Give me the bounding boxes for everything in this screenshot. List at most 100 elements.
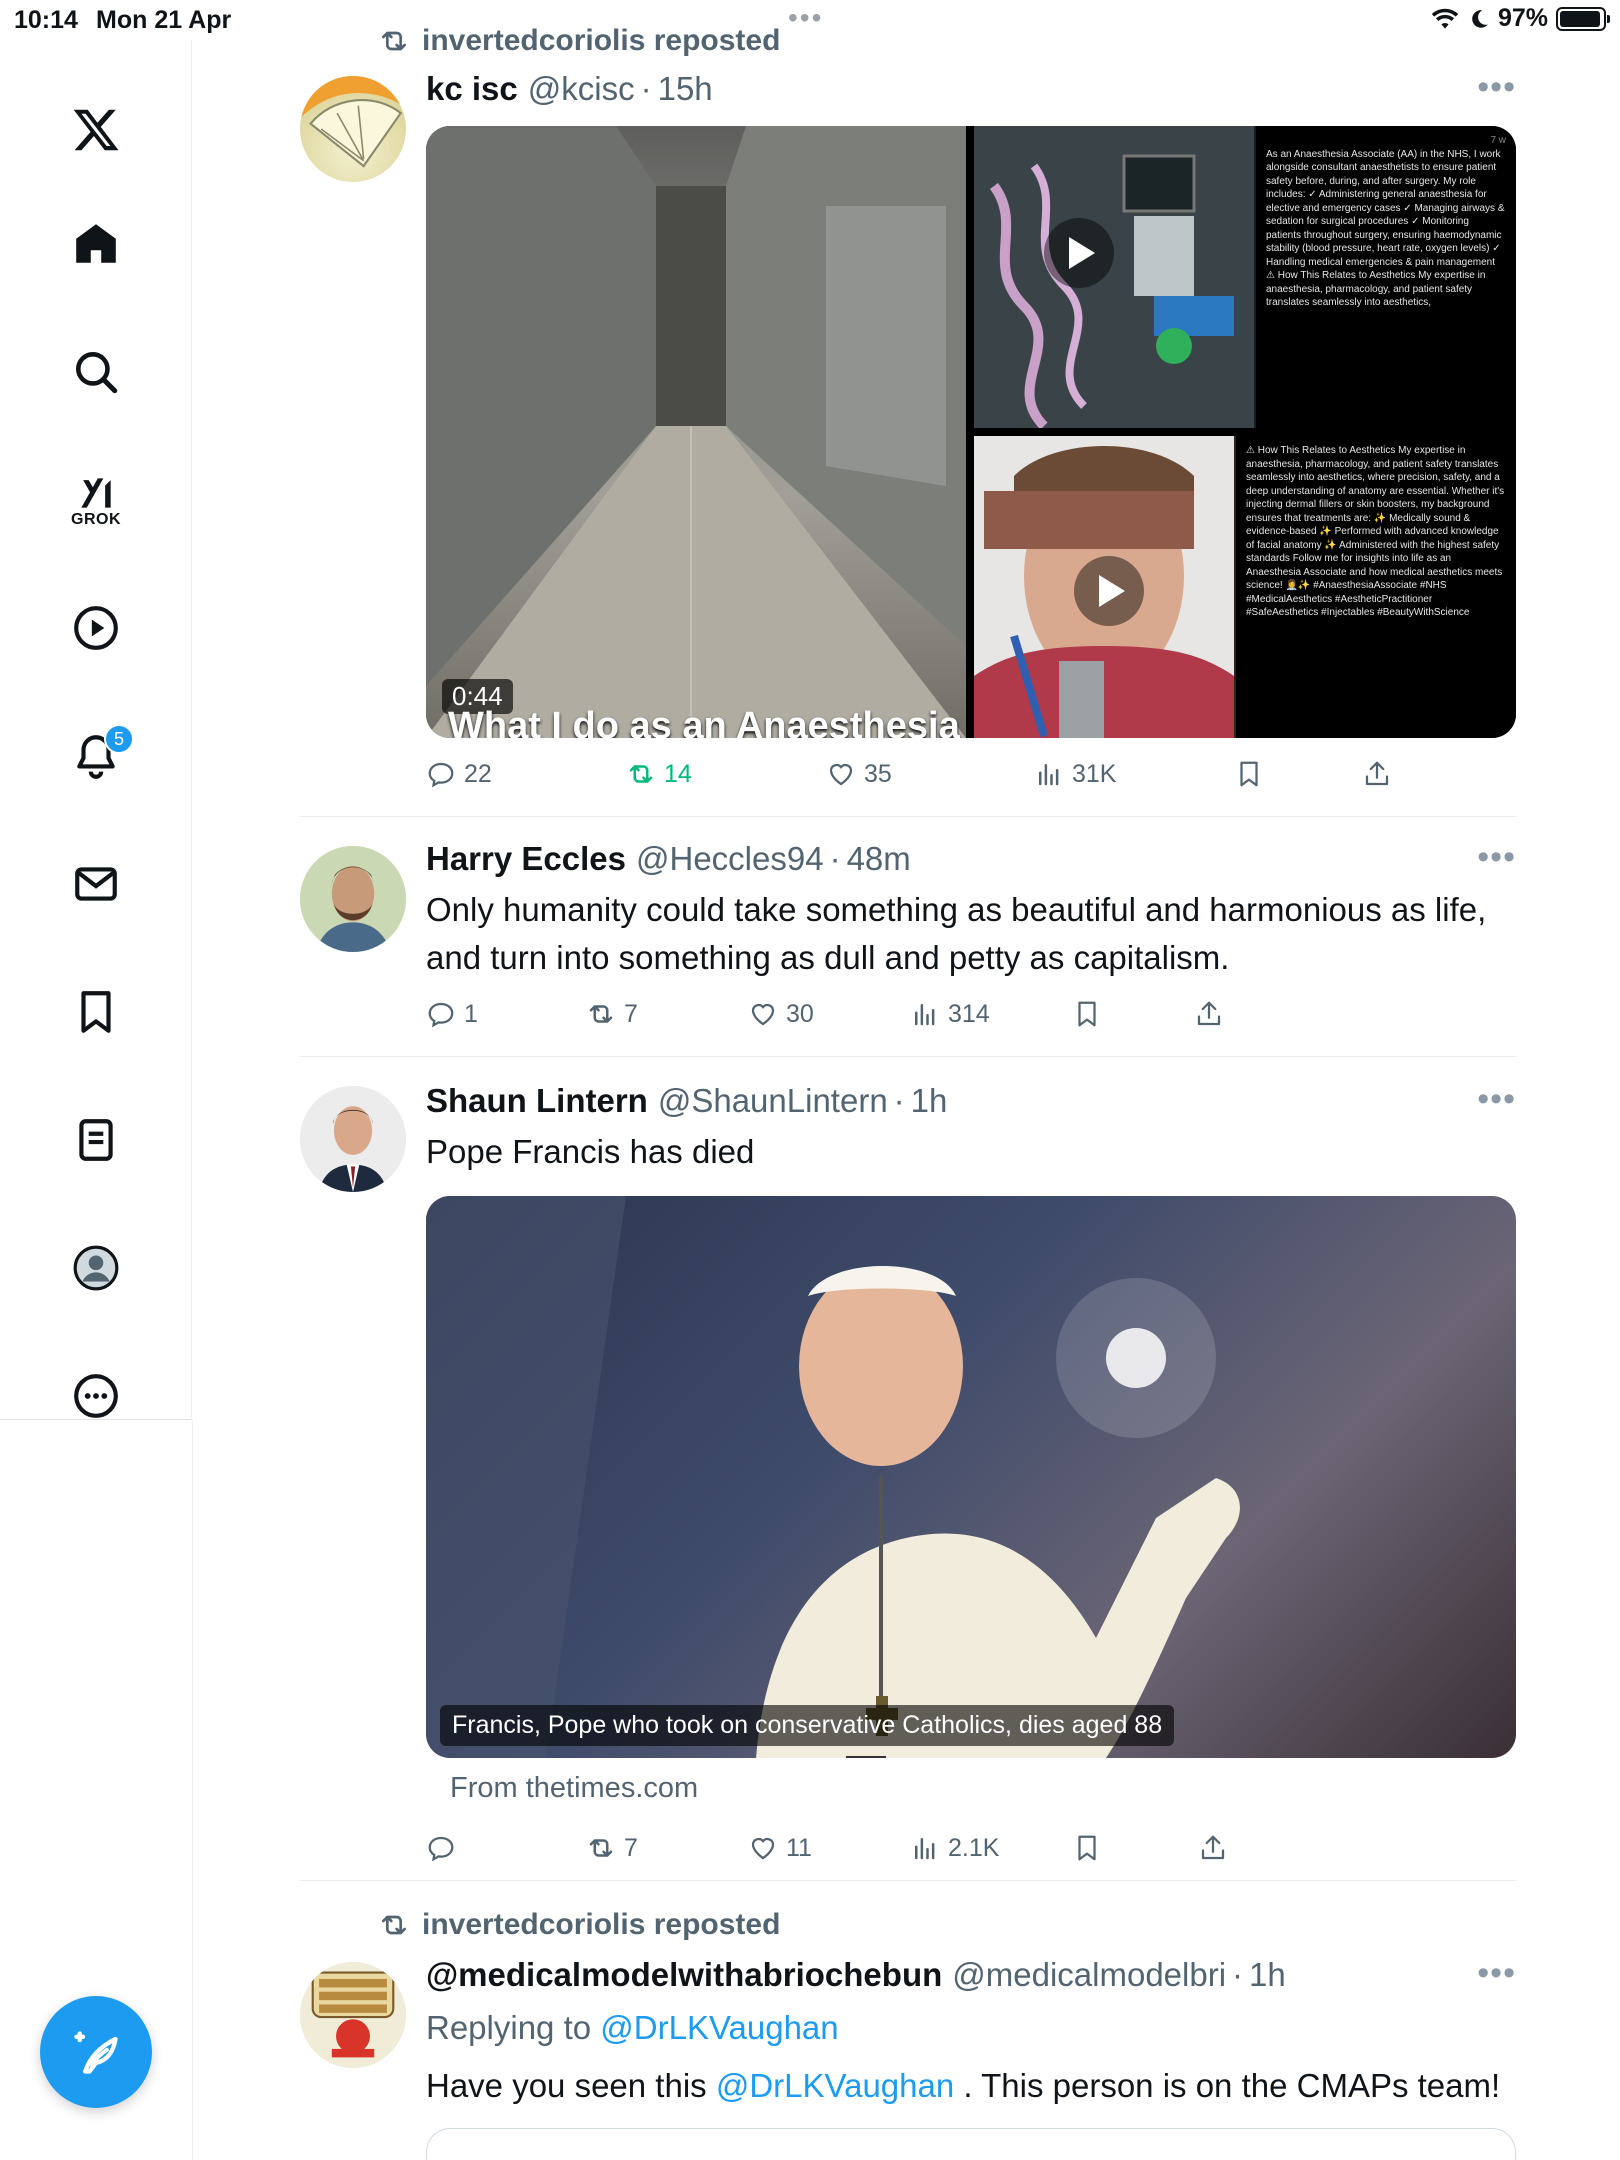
monitor-image: [974, 126, 1254, 428]
like-button[interactable]: 35: [826, 750, 892, 798]
card-source[interactable]: From thetimes.com: [450, 1772, 698, 1805]
share-icon: [1197, 1001, 1221, 1026]
tweet-actions: 22 14 35 31K: [426, 750, 1516, 798]
video-thumbnail-corridor[interactable]: 0:44 What I do as an Anaesthesia: [426, 126, 966, 738]
repost-count: 14: [664, 759, 692, 788]
grok-icon[interactable]: GROK: [48, 452, 144, 548]
bookmark-button[interactable]: [1072, 1824, 1102, 1872]
author-handle[interactable]: @kcisc: [528, 70, 635, 108]
profile-icon[interactable]: [48, 1220, 144, 1316]
views-icon: [915, 1838, 935, 1860]
x-logo-icon[interactable]: [48, 82, 144, 178]
search-icon[interactable]: [48, 324, 144, 420]
video-overlay-text: What I do as an Anaesthesia: [448, 705, 960, 738]
share-button[interactable]: [1362, 750, 1392, 798]
like-count: 35: [864, 759, 892, 788]
bookmark-icon: [1240, 761, 1258, 787]
sidebar-divider: [192, 1420, 193, 2160]
views-button[interactable]: 2.1K: [910, 1824, 999, 1872]
video-thumbnail-selfie[interactable]: ⚠ How This Relates to Aesthetics My expe…: [974, 436, 1516, 738]
heart-icon: [751, 1837, 775, 1860]
repost-button[interactable]: 7: [586, 1824, 638, 1872]
replying-to: Replying to @DrLKVaughan: [426, 2004, 1516, 2052]
author-name[interactable]: kc isc: [426, 70, 518, 108]
tweet-text: Have you seen this @DrLKVaughan . This p…: [426, 2062, 1516, 2110]
repost-indicator: invertedcoriolis reposted: [378, 1908, 780, 1942]
tweet-time[interactable]: 15h: [658, 70, 713, 108]
bookmarks-icon[interactable]: [48, 964, 144, 1060]
author-name[interactable]: Shaun Lintern: [426, 1082, 648, 1120]
corridor-image: [426, 126, 966, 738]
repost-count: 7: [624, 999, 638, 1028]
avatar[interactable]: [300, 76, 406, 182]
more-options-icon[interactable]: •••: [1477, 68, 1516, 107]
like-button[interactable]: 11: [748, 1824, 812, 1872]
avatar[interactable]: [300, 846, 406, 952]
avatar[interactable]: [300, 1962, 406, 2068]
share-icon: [1365, 761, 1389, 786]
separator-dot: ·: [640, 70, 652, 107]
video-thumbnail-monitor[interactable]: 7 w As an Anaesthesia Associate (AA) in …: [974, 126, 1516, 428]
reply-icon: [428, 762, 454, 788]
repost-button[interactable]: 7: [586, 990, 638, 1038]
bookmark-icon: [1078, 1835, 1096, 1861]
grok-label: GROK: [71, 511, 121, 528]
separator-dot: ·: [1232, 1956, 1244, 1993]
tweet-text: Only humanity could take something as be…: [426, 891, 1487, 976]
avatar[interactable]: [300, 1086, 406, 1192]
video-icon[interactable]: [48, 580, 144, 676]
repost-label: invertedcoriolis reposted: [422, 1908, 781, 1941]
quoted-tweet-box[interactable]: [426, 2128, 1516, 2160]
wifi-icon: [1431, 8, 1459, 29]
repost-count: 7: [624, 1833, 638, 1862]
lists-icon[interactable]: [48, 1092, 144, 1188]
views-button[interactable]: 31K: [1034, 750, 1116, 798]
author-handle[interactable]: @ShaunLintern: [658, 1082, 888, 1120]
separator-dot: ·: [893, 1082, 905, 1119]
author-handle[interactable]: @medicalmodelbri: [952, 1956, 1226, 1994]
like-button[interactable]: 30: [748, 990, 814, 1038]
more-options-icon[interactable]: •••: [1477, 838, 1516, 877]
link-card-image[interactable]: Francis, Pope who took on conservative C…: [426, 1196, 1516, 1758]
bookmark-button[interactable]: [1234, 750, 1264, 798]
more-icon[interactable]: [48, 1348, 144, 1444]
more-options-icon[interactable]: •••: [1477, 1080, 1516, 1119]
play-icon[interactable]: [1074, 556, 1144, 626]
mention-link[interactable]: @DrLKVaughan: [716, 2067, 954, 2104]
compose-button[interactable]: [40, 1996, 152, 2108]
views-button[interactable]: 314: [910, 990, 990, 1038]
notifications-icon[interactable]: 5: [48, 708, 144, 804]
author-name[interactable]: Harry Eccles: [426, 840, 626, 878]
repost-icon: [382, 31, 406, 51]
tweet-time[interactable]: 1h: [911, 1082, 948, 1120]
separator-dot: ·: [829, 840, 841, 877]
play-icon[interactable]: [1044, 218, 1114, 288]
tweet-actions: 7 11 2.1K: [426, 1824, 1516, 1872]
repost-button[interactable]: 14: [626, 750, 692, 798]
share-icon: [1201, 1835, 1225, 1860]
reply-button[interactable]: 22: [426, 750, 492, 798]
tweet-text: Pope Francis has died: [426, 1133, 755, 1170]
more-options-icon[interactable]: •••: [1477, 1954, 1516, 1993]
home-icon[interactable]: [48, 196, 144, 292]
author-name[interactable]: @medicalmodelwithabriochebun: [426, 1956, 942, 1994]
reply-icon: [428, 1836, 454, 1862]
share-button[interactable]: [1194, 990, 1224, 1038]
view-count: 2.1K: [948, 1833, 1000, 1862]
multitasking-dots-icon[interactable]: •••: [788, 2, 823, 34]
reply-button[interactable]: 1: [426, 990, 478, 1038]
reply-button[interactable]: [426, 1824, 464, 1872]
media-grid[interactable]: 0:44 What I do as an Anaesthesia 7 w As …: [426, 126, 1516, 738]
tweet-time[interactable]: 48m: [847, 840, 911, 878]
repost-icon: [382, 1915, 406, 1935]
replying-to-link[interactable]: @DrLKVaughan: [600, 2009, 838, 2046]
tweet-time[interactable]: 1h: [1249, 1956, 1286, 1994]
reply-count: 1: [464, 999, 478, 1028]
moon-icon: [1472, 9, 1488, 28]
bookmark-button[interactable]: [1072, 990, 1102, 1038]
repost-indicator: invertedcoriolis reposted: [378, 24, 780, 58]
avatar-logo-image: [300, 1962, 406, 2068]
messages-icon[interactable]: [48, 836, 144, 932]
share-button[interactable]: [1198, 1824, 1228, 1872]
author-handle[interactable]: @Heccles94: [636, 840, 824, 878]
